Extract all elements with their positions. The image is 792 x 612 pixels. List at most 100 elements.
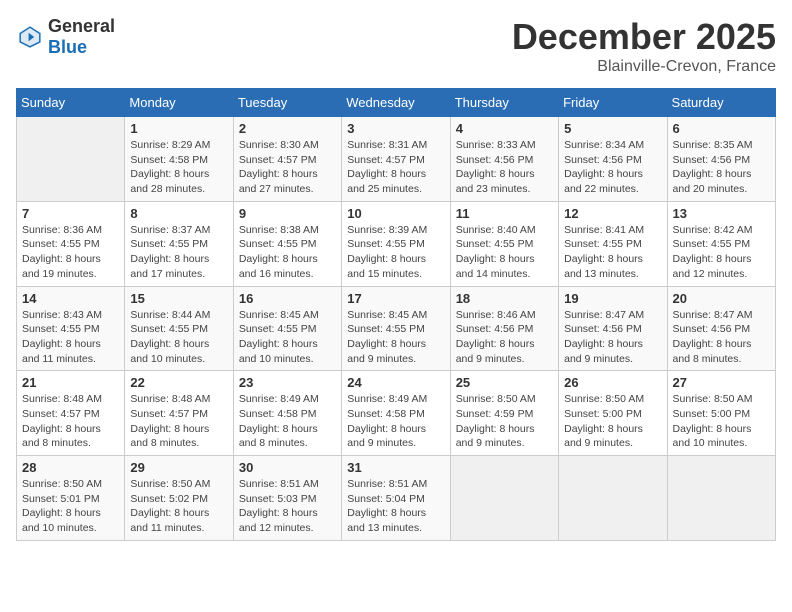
header-wednesday: Wednesday: [342, 89, 450, 117]
day-info: Sunrise: 8:29 AMSunset: 4:58 PMDaylight:…: [130, 138, 227, 197]
day-number: 23: [239, 375, 336, 390]
day-number: 7: [22, 206, 119, 221]
day-number: 15: [130, 291, 227, 306]
calendar-day-cell: 17 Sunrise: 8:45 AMSunset: 4:55 PMDaylig…: [342, 286, 450, 371]
day-info: Sunrise: 8:45 AMSunset: 4:55 PMDaylight:…: [239, 308, 336, 367]
calendar-header-row: Sunday Monday Tuesday Wednesday Thursday…: [17, 89, 776, 117]
day-info: Sunrise: 8:30 AMSunset: 4:57 PMDaylight:…: [239, 138, 336, 197]
calendar-day-cell: 6 Sunrise: 8:35 AMSunset: 4:56 PMDayligh…: [667, 117, 775, 202]
day-info: Sunrise: 8:49 AMSunset: 4:58 PMDaylight:…: [347, 392, 444, 451]
header-saturday: Saturday: [667, 89, 775, 117]
day-info: Sunrise: 8:48 AMSunset: 4:57 PMDaylight:…: [22, 392, 119, 451]
calendar-week-4: 21 Sunrise: 8:48 AMSunset: 4:57 PMDaylig…: [17, 371, 776, 456]
day-info: Sunrise: 8:35 AMSunset: 4:56 PMDaylight:…: [673, 138, 770, 197]
day-info: Sunrise: 8:31 AMSunset: 4:57 PMDaylight:…: [347, 138, 444, 197]
day-number: 30: [239, 460, 336, 475]
calendar-day-cell: 14 Sunrise: 8:43 AMSunset: 4:55 PMDaylig…: [17, 286, 125, 371]
day-info: Sunrise: 8:50 AMSunset: 4:59 PMDaylight:…: [456, 392, 553, 451]
calendar-week-1: 1 Sunrise: 8:29 AMSunset: 4:58 PMDayligh…: [17, 117, 776, 202]
title-area: December 2025 Blainville-Crevon, France: [512, 16, 776, 76]
calendar-day-cell: 29 Sunrise: 8:50 AMSunset: 5:02 PMDaylig…: [125, 456, 233, 541]
page-header: General Blue December 2025 Blainville-Cr…: [16, 16, 776, 76]
day-number: 2: [239, 121, 336, 136]
day-number: 3: [347, 121, 444, 136]
calendar-day-cell: 18 Sunrise: 8:46 AMSunset: 4:56 PMDaylig…: [450, 286, 558, 371]
day-number: 13: [673, 206, 770, 221]
day-info: Sunrise: 8:43 AMSunset: 4:55 PMDaylight:…: [22, 308, 119, 367]
day-info: Sunrise: 8:47 AMSunset: 4:56 PMDaylight:…: [673, 308, 770, 367]
calendar-day-cell: 24 Sunrise: 8:49 AMSunset: 4:58 PMDaylig…: [342, 371, 450, 456]
header-monday: Monday: [125, 89, 233, 117]
day-number: 26: [564, 375, 661, 390]
calendar-day-cell: 11 Sunrise: 8:40 AMSunset: 4:55 PMDaylig…: [450, 201, 558, 286]
day-number: 18: [456, 291, 553, 306]
day-info: Sunrise: 8:47 AMSunset: 4:56 PMDaylight:…: [564, 308, 661, 367]
day-info: Sunrise: 8:44 AMSunset: 4:55 PMDaylight:…: [130, 308, 227, 367]
day-number: 14: [22, 291, 119, 306]
day-info: Sunrise: 8:33 AMSunset: 4:56 PMDaylight:…: [456, 138, 553, 197]
calendar-day-cell: 23 Sunrise: 8:49 AMSunset: 4:58 PMDaylig…: [233, 371, 341, 456]
day-number: 27: [673, 375, 770, 390]
header-sunday: Sunday: [17, 89, 125, 117]
calendar-day-cell: [559, 456, 667, 541]
day-number: 22: [130, 375, 227, 390]
day-number: 5: [564, 121, 661, 136]
month-title: December 2025: [512, 16, 776, 58]
day-info: Sunrise: 8:50 AMSunset: 5:02 PMDaylight:…: [130, 477, 227, 536]
day-info: Sunrise: 8:38 AMSunset: 4:55 PMDaylight:…: [239, 223, 336, 282]
day-number: 16: [239, 291, 336, 306]
calendar-day-cell: 19 Sunrise: 8:47 AMSunset: 4:56 PMDaylig…: [559, 286, 667, 371]
calendar-day-cell: 16 Sunrise: 8:45 AMSunset: 4:55 PMDaylig…: [233, 286, 341, 371]
day-info: Sunrise: 8:45 AMSunset: 4:55 PMDaylight:…: [347, 308, 444, 367]
day-number: 21: [22, 375, 119, 390]
day-number: 31: [347, 460, 444, 475]
calendar-day-cell: 12 Sunrise: 8:41 AMSunset: 4:55 PMDaylig…: [559, 201, 667, 286]
day-info: Sunrise: 8:39 AMSunset: 4:55 PMDaylight:…: [347, 223, 444, 282]
logo-general: General: [48, 16, 115, 36]
calendar-week-5: 28 Sunrise: 8:50 AMSunset: 5:01 PMDaylig…: [17, 456, 776, 541]
calendar-day-cell: 8 Sunrise: 8:37 AMSunset: 4:55 PMDayligh…: [125, 201, 233, 286]
logo-icon: [16, 23, 44, 51]
day-info: Sunrise: 8:49 AMSunset: 4:58 PMDaylight:…: [239, 392, 336, 451]
calendar-day-cell: 13 Sunrise: 8:42 AMSunset: 4:55 PMDaylig…: [667, 201, 775, 286]
calendar-day-cell: 4 Sunrise: 8:33 AMSunset: 4:56 PMDayligh…: [450, 117, 558, 202]
day-number: 10: [347, 206, 444, 221]
calendar-week-3: 14 Sunrise: 8:43 AMSunset: 4:55 PMDaylig…: [17, 286, 776, 371]
calendar-day-cell: 28 Sunrise: 8:50 AMSunset: 5:01 PMDaylig…: [17, 456, 125, 541]
calendar-day-cell: 7 Sunrise: 8:36 AMSunset: 4:55 PMDayligh…: [17, 201, 125, 286]
day-number: 1: [130, 121, 227, 136]
calendar-day-cell: [667, 456, 775, 541]
calendar-day-cell: 21 Sunrise: 8:48 AMSunset: 4:57 PMDaylig…: [17, 371, 125, 456]
calendar-week-2: 7 Sunrise: 8:36 AMSunset: 4:55 PMDayligh…: [17, 201, 776, 286]
calendar-day-cell: 27 Sunrise: 8:50 AMSunset: 5:00 PMDaylig…: [667, 371, 775, 456]
day-info: Sunrise: 8:51 AMSunset: 5:04 PMDaylight:…: [347, 477, 444, 536]
day-info: Sunrise: 8:37 AMSunset: 4:55 PMDaylight:…: [130, 223, 227, 282]
day-number: 12: [564, 206, 661, 221]
day-number: 9: [239, 206, 336, 221]
day-info: Sunrise: 8:36 AMSunset: 4:55 PMDaylight:…: [22, 223, 119, 282]
calendar-day-cell: 25 Sunrise: 8:50 AMSunset: 4:59 PMDaylig…: [450, 371, 558, 456]
day-number: 19: [564, 291, 661, 306]
calendar-day-cell: 15 Sunrise: 8:44 AMSunset: 4:55 PMDaylig…: [125, 286, 233, 371]
day-info: Sunrise: 8:50 AMSunset: 5:01 PMDaylight:…: [22, 477, 119, 536]
calendar-day-cell: 9 Sunrise: 8:38 AMSunset: 4:55 PMDayligh…: [233, 201, 341, 286]
header-thursday: Thursday: [450, 89, 558, 117]
day-number: 8: [130, 206, 227, 221]
day-info: Sunrise: 8:46 AMSunset: 4:56 PMDaylight:…: [456, 308, 553, 367]
day-info: Sunrise: 8:42 AMSunset: 4:55 PMDaylight:…: [673, 223, 770, 282]
day-info: Sunrise: 8:48 AMSunset: 4:57 PMDaylight:…: [130, 392, 227, 451]
calendar-day-cell: 31 Sunrise: 8:51 AMSunset: 5:04 PMDaylig…: [342, 456, 450, 541]
day-number: 28: [22, 460, 119, 475]
calendar-table: Sunday Monday Tuesday Wednesday Thursday…: [16, 88, 776, 541]
day-info: Sunrise: 8:50 AMSunset: 5:00 PMDaylight:…: [564, 392, 661, 451]
logo-text: General Blue: [48, 16, 115, 58]
calendar-day-cell: 5 Sunrise: 8:34 AMSunset: 4:56 PMDayligh…: [559, 117, 667, 202]
day-info: Sunrise: 8:50 AMSunset: 5:00 PMDaylight:…: [673, 392, 770, 451]
calendar-day-cell: 1 Sunrise: 8:29 AMSunset: 4:58 PMDayligh…: [125, 117, 233, 202]
day-number: 20: [673, 291, 770, 306]
day-number: 6: [673, 121, 770, 136]
calendar-day-cell: 10 Sunrise: 8:39 AMSunset: 4:55 PMDaylig…: [342, 201, 450, 286]
calendar-day-cell: 26 Sunrise: 8:50 AMSunset: 5:00 PMDaylig…: [559, 371, 667, 456]
calendar-day-cell: 3 Sunrise: 8:31 AMSunset: 4:57 PMDayligh…: [342, 117, 450, 202]
day-number: 11: [456, 206, 553, 221]
